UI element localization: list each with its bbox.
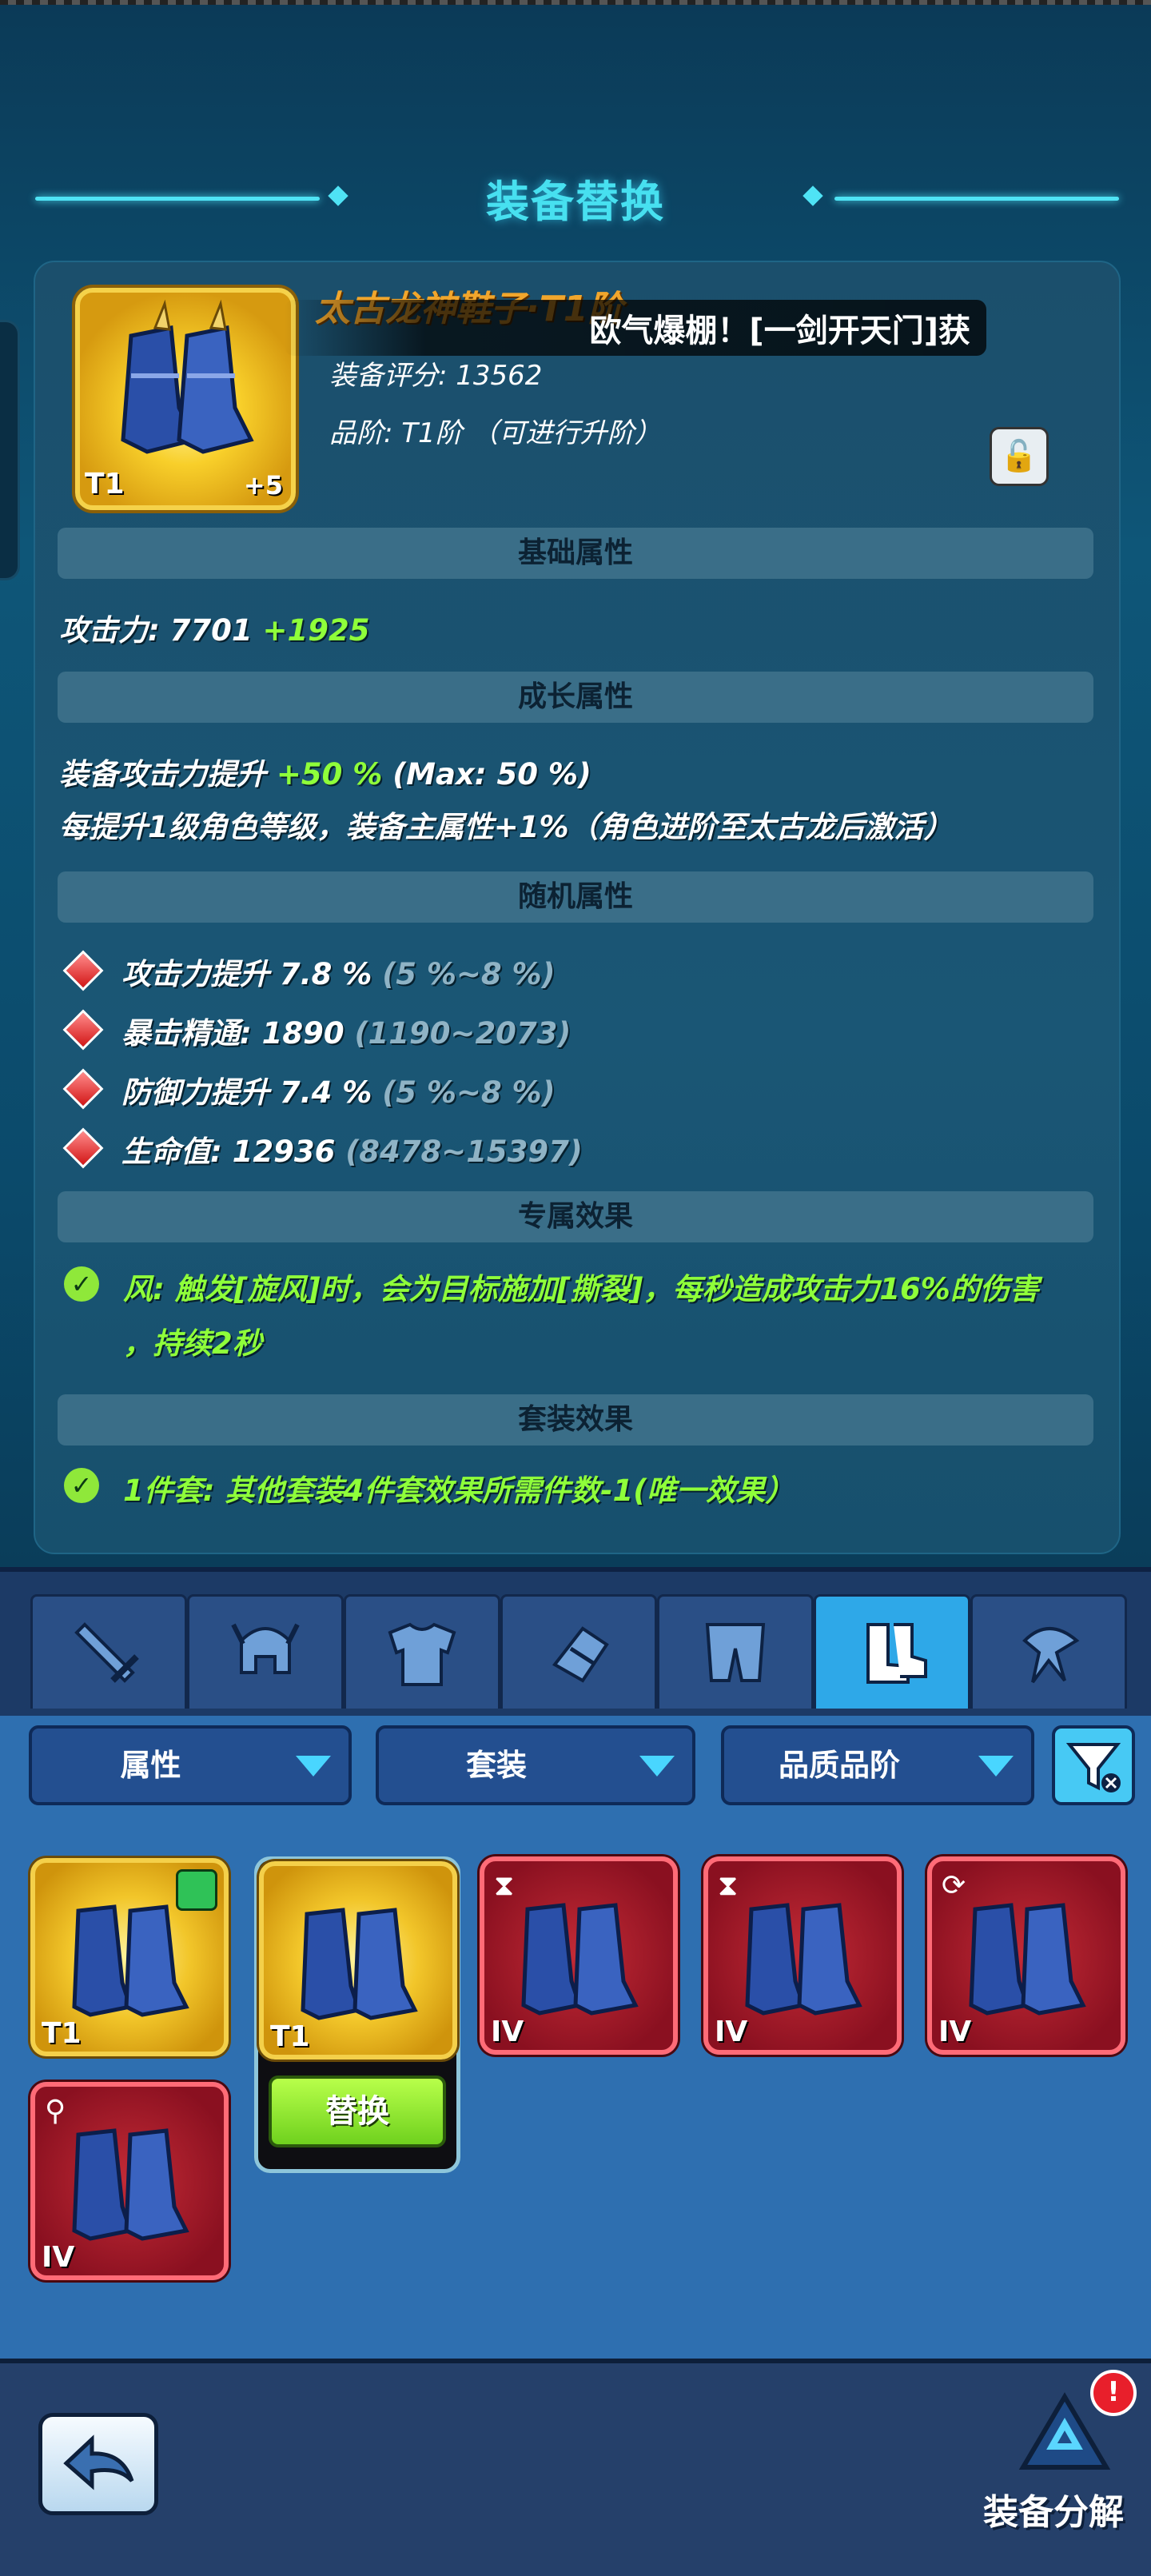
pants-icon: [705, 1623, 766, 1682]
filter-attribute[interactable]: 属性: [29, 1725, 352, 1805]
back-button[interactable]: [38, 2413, 158, 2515]
growth-value: +50 %: [276, 757, 383, 792]
base-stat-bonus: +1925: [262, 613, 370, 648]
equipped-icon: [176, 1869, 217, 1911]
amulet-icon: [1022, 1627, 1080, 1684]
random-stat-2: 暴击精通: 1890 (1190~2073): [121, 1009, 571, 1052]
hourglass-icon: ⧗: [494, 1869, 515, 1902]
random-stat-1: 攻击力提升 7.8 % (5 %~8 %): [121, 950, 556, 993]
chevron-down-icon: [978, 1756, 1014, 1776]
random-stat-range: (5 %~8 %): [382, 957, 556, 991]
inventory-item[interactable]: ⚲ IV: [30, 2082, 229, 2280]
section-base: 基础属性: [58, 528, 1093, 579]
random-stat-label: 防御力提升 7.4 %: [121, 1075, 372, 1110]
growth-line-2: 每提升1级角色等级，装备主属性+1%（角色进阶至太古龙后激活）: [59, 810, 954, 844]
random-stat-3: 防御力提升 7.4 % (5 %~8 %): [121, 1068, 556, 1111]
growth-max: (Max: 50 %): [392, 757, 591, 792]
announcement-toast: 欧气爆棚！[一剑开天门]获: [285, 300, 986, 356]
boots-icon: [72, 1904, 189, 2017]
title-line-right: [834, 197, 1119, 201]
tab-gauntlet[interactable]: [500, 1594, 657, 1709]
drop-icon: ⚲: [45, 2095, 66, 2127]
bottom-bar: [0, 2359, 1151, 2576]
grade-badge: T1: [270, 2020, 310, 2053]
base-stat-label: 攻击力: 7701: [59, 613, 253, 648]
chevron-down-icon: [639, 1756, 675, 1776]
random-stat-range: (8478~15397): [345, 1134, 583, 1169]
chevron-down-icon: [296, 1756, 331, 1776]
clear-filter-button[interactable]: [1052, 1725, 1135, 1805]
inventory-item[interactable]: ⧗ IV: [480, 1856, 678, 2055]
tab-sword[interactable]: [30, 1594, 187, 1709]
toast-text: 欧气爆棚！[一剑开天门]获: [589, 313, 970, 349]
boots-icon: [521, 1903, 639, 2016]
grade-badge: IV: [42, 2241, 75, 2274]
dismantle-label[interactable]: 装备分解: [983, 2483, 1124, 2534]
side-handle[interactable]: [0, 320, 20, 580]
boots-icon: [745, 1903, 862, 2016]
filter-quality[interactable]: 品质品阶: [721, 1725, 1034, 1805]
random-stat-4: 生命值: 12936 (8478~15397): [121, 1127, 583, 1170]
gauntlet-icon: [552, 1626, 609, 1683]
set-effect: 1件套: 其他套装4件套效果所需件数-1(唯一效果）: [123, 1473, 795, 1508]
growth-label: 装备攻击力提升: [59, 757, 266, 792]
filter-label: 属性: [120, 1748, 181, 1783]
replace-button[interactable]: 替换: [269, 2076, 446, 2147]
hourglass-icon: ⧗: [718, 1869, 739, 1902]
item-icon: T1 +5: [75, 288, 296, 510]
boots-icon: [301, 1908, 418, 2020]
helmet-icon: [231, 1623, 300, 1674]
base-stat: 攻击力: 7701 +1925: [59, 606, 370, 649]
boots-icon: [969, 1903, 1086, 2016]
sword-icon: [74, 1622, 139, 1683]
section-random: 随机属性: [58, 871, 1093, 923]
check-icon: ✓: [64, 1266, 99, 1302]
grade-badge: IV: [715, 2016, 748, 2048]
inventory-item-selected[interactable]: T1: [259, 1861, 457, 2060]
grade-badge: IV: [491, 2016, 524, 2048]
grade-badge: T1: [42, 2017, 82, 2050]
funnel-icon: [1065, 1743, 1121, 1792]
boots-icon: [72, 2128, 189, 2241]
filter-set[interactable]: 套装: [376, 1725, 695, 1805]
tier-badge: T1: [85, 468, 125, 500]
tab-armor[interactable]: [344, 1594, 500, 1709]
random-stat-label: 生命值: 12936: [121, 1134, 336, 1169]
boots-icon: [866, 1623, 927, 1684]
random-stat-range: (1190~2073): [354, 1016, 572, 1051]
section-exclusive: 专属效果: [58, 1191, 1093, 1242]
random-stat-range: (5 %~8 %): [382, 1075, 556, 1110]
item-score: 装备评分: 13562: [329, 360, 543, 392]
armor-icon: [388, 1622, 456, 1686]
check-icon: ✓: [64, 1468, 99, 1503]
back-arrow-icon: [63, 2434, 134, 2490]
top-edge: [0, 0, 1151, 5]
section-set: 套装效果: [58, 1394, 1093, 1446]
exclusive-line-1: 风: 触发[旋风]时，会为目标施加[撕裂]，每秒造成攻击力16%的伤害: [123, 1272, 1039, 1306]
inventory-item[interactable]: T1: [30, 1858, 229, 2056]
section-growth: 成长属性: [58, 672, 1093, 723]
exclusive-line-2: ，持续2秒: [123, 1326, 262, 1361]
inventory-item[interactable]: ⟳ IV: [927, 1856, 1125, 2055]
inventory-item[interactable]: ⧗ IV: [703, 1856, 902, 2055]
item-grade: 品阶: T1阶 （可进行升阶）: [329, 417, 662, 449]
tab-boots[interactable]: [814, 1594, 970, 1709]
random-stat-label: 暴击精通: 1890: [121, 1016, 345, 1051]
alert-badge: !: [1090, 2370, 1137, 2416]
tab-amulet[interactable]: [970, 1594, 1127, 1709]
level-badge: +5: [243, 470, 283, 500]
random-stat-label: 攻击力提升 7.8 %: [121, 957, 372, 991]
tab-helmet[interactable]: [187, 1594, 344, 1709]
growth-line-1: 装备攻击力提升 +50 % (Max: 50 %): [59, 750, 591, 793]
cycle-icon: ⟳: [942, 1869, 966, 1902]
grade-badge: IV: [938, 2016, 972, 2048]
filter-label: 套装: [465, 1748, 527, 1783]
unlock-icon[interactable]: 🔓: [990, 427, 1049, 486]
filter-label: 品质品阶: [778, 1748, 900, 1783]
tab-pants[interactable]: [657, 1594, 814, 1709]
